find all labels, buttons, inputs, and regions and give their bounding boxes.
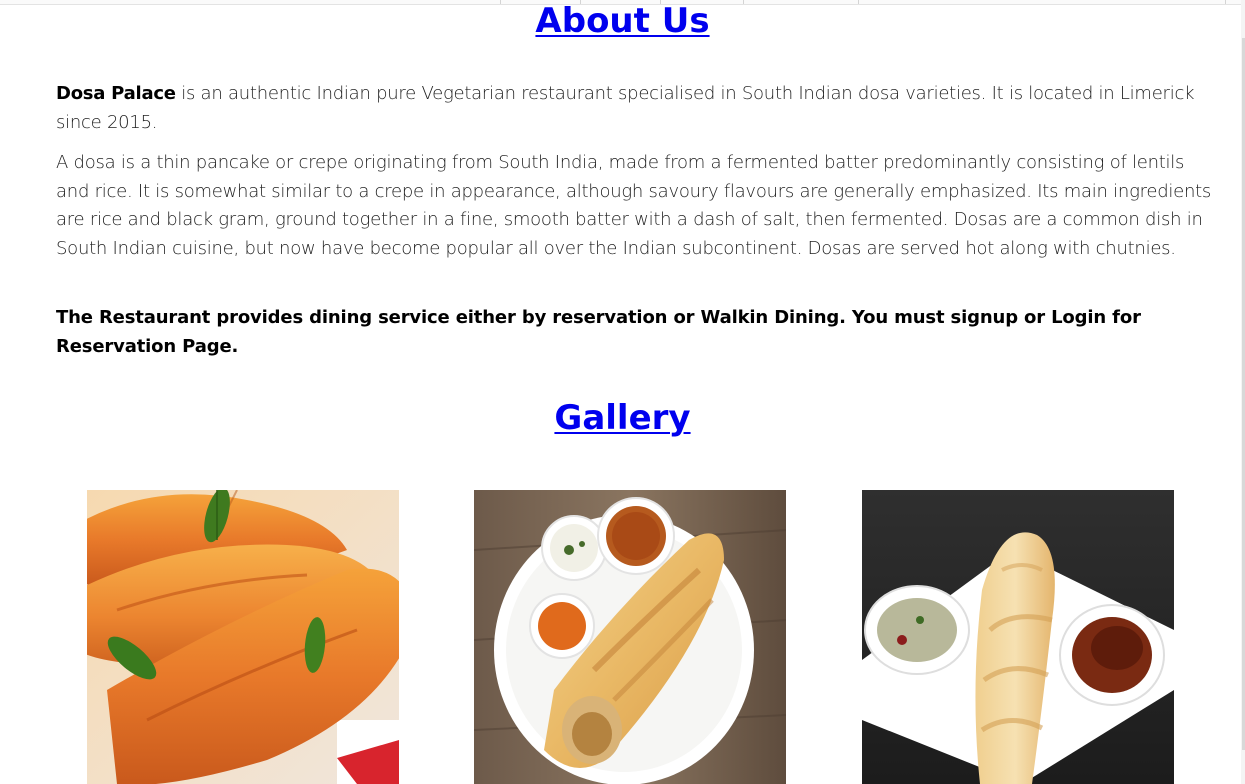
about-intro-text: is an authentic Indian pure Vegetarian r… [56, 83, 1195, 133]
gallery-image-2 [474, 490, 786, 784]
gallery-image-3 [862, 490, 1174, 784]
dosa-description-paragraph: A dosa is a thin pancake or crepe origin… [56, 152, 1212, 259]
crispy-dosa-rolls-photo [87, 490, 399, 784]
about-us-heading: About Us [0, 1, 1245, 41]
reservation-notice: The Restaurant provides dining service e… [56, 307, 1141, 357]
dosa-with-chutney-and-sambar-photo [474, 490, 786, 784]
about-intro-paragraph: Dosa Palace is an authentic Indian pure … [56, 80, 1216, 137]
paper-dosa-with-chutneys-photo [862, 490, 1174, 784]
about-us-link[interactable]: About Us [535, 1, 709, 41]
page: About Us Dosa Palace is an authentic Ind… [0, 0, 1245, 784]
scrollbar-track[interactable] [1241, 0, 1245, 784]
gallery-link[interactable]: Gallery [554, 398, 690, 438]
gallery-heading: Gallery [0, 398, 1245, 438]
gallery-image-1 [87, 490, 399, 784]
brand-name: Dosa Palace [56, 83, 176, 104]
